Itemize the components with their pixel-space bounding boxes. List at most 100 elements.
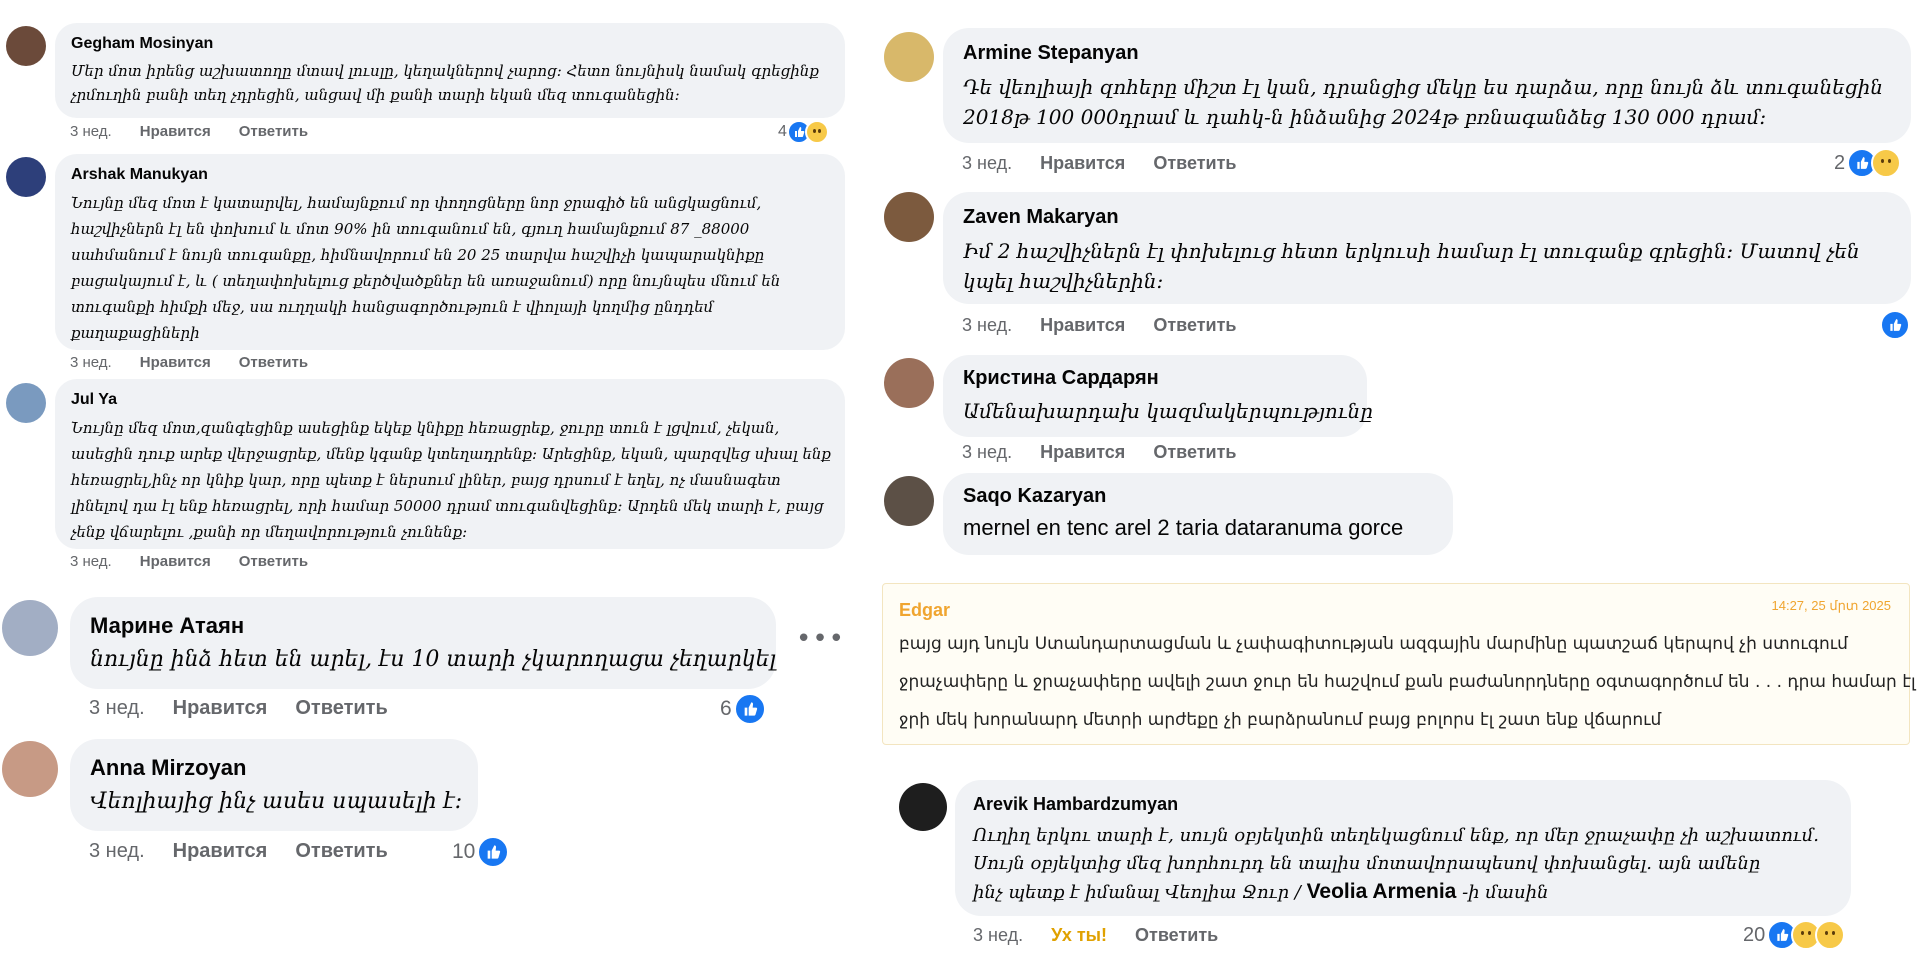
like-icon <box>1880 310 1910 340</box>
commenter-name[interactable]: Zaven Makaryan <box>963 206 1119 229</box>
comment-time: 3 нед. <box>973 925 1024 945</box>
reply-button[interactable]: Ответить <box>295 697 387 719</box>
comment-time: 3 нед. <box>89 697 145 719</box>
reply-button[interactable]: Ответить <box>1135 925 1218 945</box>
comment-line: ջրաչափերը և ջրաչափերը ավելի շատ ջուր են … <box>899 672 1916 692</box>
comment-text-part: ինչ պետք է իմանալ Վեոլիա Ջուր / <box>973 882 1307 903</box>
like-button[interactable]: Нравится <box>1040 315 1125 335</box>
edgar-comment-card: Edgar 14:27, 25 մրտ 2025 բայց այդ նույն … <box>882 583 1916 745</box>
page-link[interactable]: Veolia Armenia <box>1307 880 1457 903</box>
comment-line: բայց այդ նույն Ստանդարտացման և չափագիտու… <box>899 634 1848 654</box>
comment-bubble: Jul Ya Նույնը մեզ մոտ,զանգեցինք ասեցինք … <box>55 379 845 549</box>
comment-bubble: Arshak Manukyan Նույնը մեզ մոտ է կատարվե… <box>55 154 845 350</box>
avatar[interactable] <box>884 192 934 242</box>
comment-time: 3 нед. <box>70 553 112 570</box>
comment-line: ջրի մեկ խորանարդ մետրի արժեքը չի բարձրան… <box>899 710 1662 730</box>
commenter-name[interactable]: Марине Атаян <box>90 613 244 639</box>
comment-text: Մեր մոտ իրենց աշխատողը մտավ լուսլը, կեղա… <box>71 62 819 104</box>
comment-text: Նույնը մեզ մոտ է կատարվել, համայնքում որ… <box>71 194 781 342</box>
comment-bubble: Кристина Сардарян Ամենախարդախ կազմակերպո… <box>943 355 1373 437</box>
like-button[interactable]: Нравится <box>173 697 268 719</box>
comment-time: 3 нед. <box>962 315 1013 335</box>
reaction-summary[interactable]: 20 <box>1743 920 1846 950</box>
like-button[interactable]: Нравится <box>140 553 211 570</box>
reaction-count: 6 <box>720 697 732 720</box>
reply-button[interactable]: Ответить <box>239 354 308 371</box>
like-icon <box>477 836 510 868</box>
reaction-summary[interactable]: 6 <box>720 693 766 725</box>
like-button[interactable]: Нравится <box>1040 153 1125 173</box>
wow-emoji-icon <box>804 120 829 144</box>
comment-actions: 3 нед. Нравится Ответить <box>962 153 1265 174</box>
reply-button[interactable]: Ответить <box>1153 315 1236 335</box>
comment-actions: 3 нед. Нравится Ответить <box>89 697 416 720</box>
like-button[interactable]: Нравится <box>1040 442 1125 462</box>
reaction-summary[interactable]: 10 <box>452 836 510 868</box>
like-button[interactable]: Нравится <box>173 840 268 862</box>
reaction-summary[interactable]: 4 <box>778 120 829 144</box>
like-button[interactable]: Нравится <box>140 354 211 371</box>
reaction-count: 2 <box>1834 151 1846 174</box>
reply-button[interactable]: Ответить <box>239 123 308 140</box>
commenter-name[interactable]: Saqo Kazaryan <box>963 485 1106 508</box>
comment-time: 3 нед. <box>70 123 112 140</box>
avatar[interactable] <box>884 32 934 82</box>
avatar[interactable] <box>6 383 46 423</box>
comment-text: Ամենախարդախ կազմակերպությունը <box>963 399 1373 423</box>
like-icon <box>733 693 766 725</box>
comment-actions: 3 нед. Нравится Ответить <box>962 315 1265 336</box>
comment-time: 3 нед. <box>962 153 1013 173</box>
comment-text: mernel en tenc arel 2 taria dataranuma g… <box>963 515 1404 540</box>
commenter-name[interactable]: Armine Stepanyan <box>963 42 1139 65</box>
avatar[interactable] <box>6 157 46 197</box>
commenter-name[interactable]: Arshak Manukyan <box>71 166 208 184</box>
avatar[interactable] <box>6 26 46 66</box>
comment-text: Դե վեոլիայի զոհերը միշտ էլ կան, դրանցից … <box>963 75 1884 129</box>
more-options-icon[interactable]: ••• <box>796 624 845 654</box>
avatar[interactable] <box>2 741 58 797</box>
comment-bubble: Arevik Hambardzumyan Ուղիղ երկու տարի է,… <box>955 780 1851 916</box>
avatar[interactable] <box>884 358 934 408</box>
reply-button[interactable]: Ответить <box>1153 153 1236 173</box>
comment-line: Սույն օբյեկտից մեզ խորհուրդ են տալիս մոտ… <box>973 853 1761 874</box>
wow-reaction-button[interactable]: Ух ты! <box>1051 925 1107 945</box>
comment-bubble: Марине Атаян նույնը ինձ հետ են արել, էս … <box>70 597 776 689</box>
reaction-count: 4 <box>778 123 787 140</box>
commenter-name[interactable]: Кристина Сардарян <box>963 367 1159 390</box>
reply-button[interactable]: Ответить <box>239 553 308 570</box>
comment-timestamp: 14:27, 25 մրտ 2025 <box>1771 598 1892 613</box>
reply-button[interactable]: Ответить <box>1153 442 1236 462</box>
comment-actions: 3 нед. Нравится Ответить <box>70 553 336 570</box>
commenter-name[interactable]: Edgar <box>899 600 950 621</box>
commenter-name[interactable]: Jul Ya <box>71 391 117 409</box>
avatar[interactable] <box>2 600 58 656</box>
comment-text: Նույնը մեզ մոտ,զանգեցինք ասեցինք եկեք կն… <box>71 419 831 541</box>
comment-bubble: Armine Stepanyan Դե վեոլիայի զոհերը միշտ… <box>943 28 1911 143</box>
like-button[interactable]: Нравится <box>140 123 211 140</box>
avatar[interactable] <box>899 783 947 831</box>
comment-time: 3 нед. <box>89 840 145 862</box>
comment-text: Իմ 2 հաշվիչներն էլ փոխելուց հետո երկուսի… <box>963 239 1860 293</box>
reaction-count: 10 <box>452 840 476 863</box>
comment-actions: 3 нед. Нравится Ответить <box>70 123 336 140</box>
comment-actions: 3 нед. Нравится Ответить <box>70 354 336 371</box>
comment-bubble: Gegham Mosinyan Մեր մոտ իրենց աշխատողը մ… <box>55 23 845 118</box>
comment-actions: 3 нед. Нравится Ответить <box>89 840 416 863</box>
reaction-summary[interactable] <box>1880 310 1910 340</box>
comment-time: 3 нед. <box>962 442 1013 462</box>
reaction-summary[interactable]: 2 <box>1834 148 1902 178</box>
commenter-name[interactable]: Gegham Mosinyan <box>71 35 213 53</box>
comment-bubble: Anna Mirzoyan Վեոլիայից ինչ ասես սպասելի… <box>70 739 478 831</box>
wow-emoji-icon <box>1815 920 1846 950</box>
comment-bubble: Zaven Makaryan Իմ 2 հաշվիչներն էլ փոխելո… <box>943 192 1911 304</box>
comment-text-part: -ի մասին <box>1456 882 1549 903</box>
comment-bubble: Saqo Kazaryan mernel en tenc arel 2 tari… <box>943 473 1453 555</box>
comment-line: ինչ պետք է իմանալ Վեոլիա Ջուր / Veolia A… <box>973 878 1548 907</box>
comment-text: Վեոլիայից ինչ ասես սպասելի է։ <box>90 789 463 814</box>
reply-button[interactable]: Ответить <box>295 840 387 862</box>
commenter-name[interactable]: Anna Mirzoyan <box>90 755 246 781</box>
sad-emoji-icon <box>1871 148 1902 178</box>
commenter-name[interactable]: Arevik Hambardzumyan <box>973 794 1178 815</box>
comment-time: 3 нед. <box>70 354 112 371</box>
avatar[interactable] <box>884 476 934 526</box>
